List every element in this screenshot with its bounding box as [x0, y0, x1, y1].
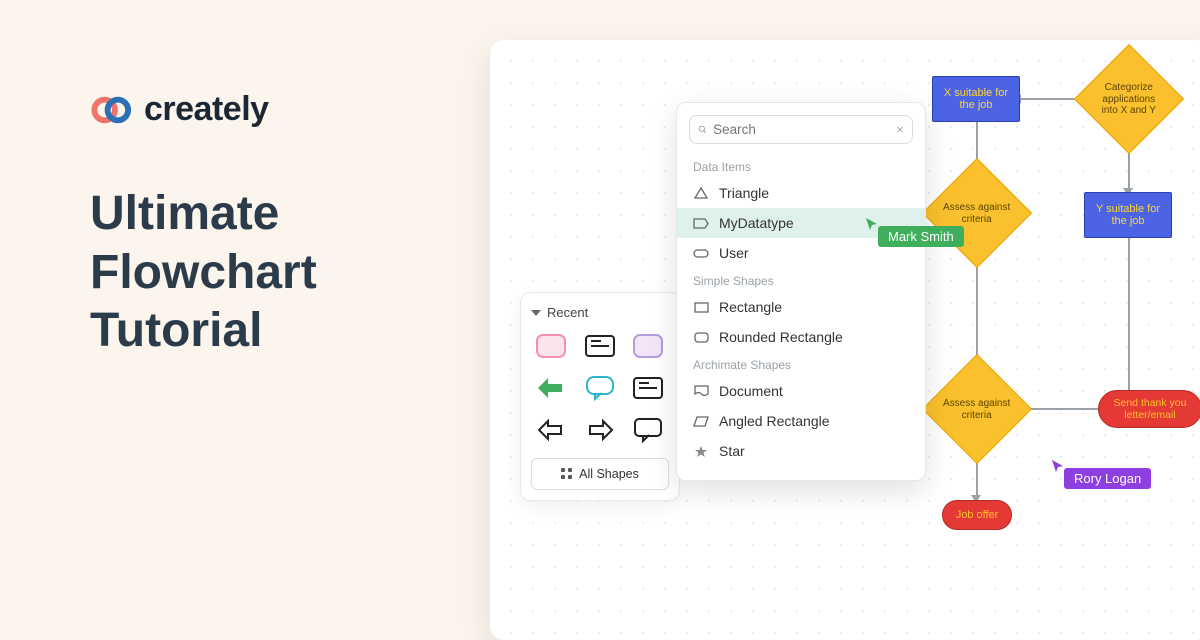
shape-list-box-2[interactable] — [628, 372, 668, 404]
star-icon — [693, 444, 709, 458]
rectangle-icon — [693, 300, 709, 314]
close-icon[interactable] — [896, 123, 904, 136]
pill-icon — [693, 246, 709, 260]
triangle-icon — [693, 186, 709, 200]
dropdown-section-header: Simple Shapes — [677, 268, 925, 292]
node-x-suitable[interactable]: X suitable for the job — [932, 76, 1020, 122]
diagram-canvas[interactable]: X suitable for the job Categorize applic… — [490, 40, 1200, 640]
connector — [1128, 238, 1130, 408]
grid-icon — [561, 468, 573, 480]
search-icon — [698, 122, 707, 137]
tag-icon — [693, 216, 709, 230]
search-input[interactable] — [713, 122, 890, 137]
dropdown-section-header: Data Items — [677, 154, 925, 178]
collaborator-cursor-1: Mark Smith — [864, 216, 964, 247]
shape-list-box[interactable] — [580, 330, 620, 362]
dropdown-item-star[interactable]: Star — [677, 436, 925, 466]
parallelogram-icon — [693, 414, 709, 428]
dropdown-item-document[interactable]: Document — [677, 376, 925, 406]
page-title: Ultimate Flowchart Tutorial — [90, 185, 450, 361]
dropdown-item-rounded-rectangle[interactable]: Rounded Rectangle — [677, 322, 925, 352]
logo: creately — [90, 90, 450, 129]
dropdown-item-rectangle[interactable]: Rectangle — [677, 292, 925, 322]
search-dropdown: Data Items Triangle MyDatatype User Simp… — [676, 102, 926, 481]
collaborator-cursor-2: Rory Logan — [1050, 458, 1151, 489]
dropdown-item-angled-rectangle[interactable]: Angled Rectangle — [677, 406, 925, 436]
search-input-wrap[interactable] — [689, 115, 913, 144]
node-y-suitable[interactable]: Y suitable for the job — [1084, 192, 1172, 238]
shape-rounded-rect-pink[interactable] — [531, 330, 571, 362]
shape-speech-bubble[interactable] — [580, 372, 620, 404]
chevron-down-icon — [531, 310, 541, 316]
dropdown-section-header: Archimate Shapes — [677, 352, 925, 376]
node-job-offer[interactable]: Job offer — [942, 500, 1012, 530]
rounded-rectangle-icon — [693, 330, 709, 344]
logo-icon — [90, 95, 134, 125]
shape-arrow-left-green[interactable] — [531, 372, 571, 404]
shape-arrow-left-outline[interactable] — [531, 414, 571, 446]
shape-speech-bubble-outline[interactable] — [628, 414, 668, 446]
node-send-thanks[interactable]: Send thank you letter/email — [1098, 390, 1200, 428]
logo-text: creately — [144, 90, 269, 129]
document-icon — [693, 384, 709, 398]
all-shapes-button[interactable]: All Shapes — [531, 458, 669, 490]
shape-rounded-rect-purple[interactable] — [628, 330, 668, 362]
shapes-panel: Recent All Shapes — [520, 292, 680, 501]
shape-arrow-right-outline[interactable] — [580, 414, 620, 446]
dropdown-item-triangle[interactable]: Triangle — [677, 178, 925, 208]
recent-header[interactable]: Recent — [531, 305, 669, 320]
